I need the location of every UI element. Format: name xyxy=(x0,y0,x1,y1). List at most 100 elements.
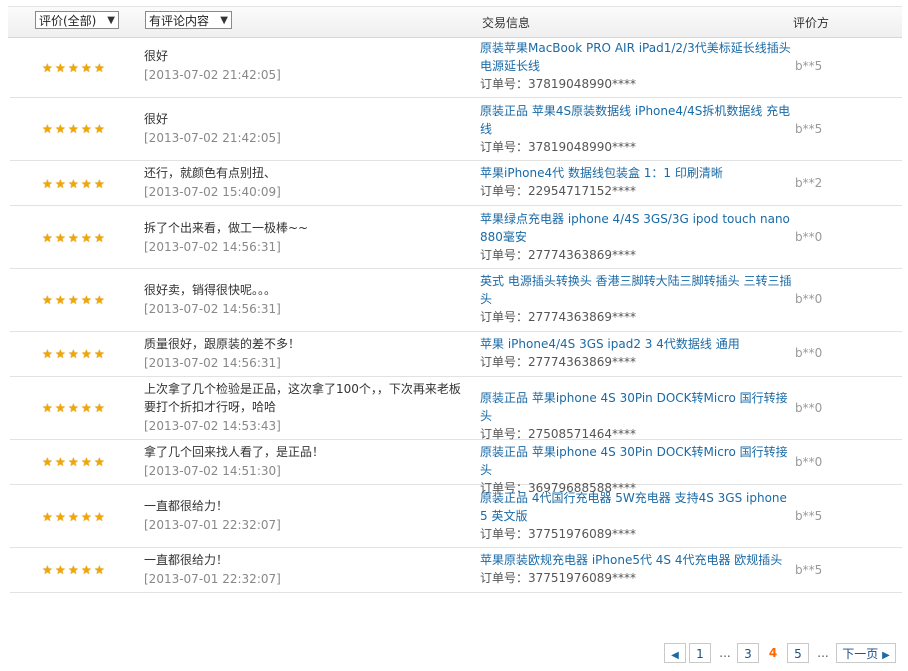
rater-name: b**5 xyxy=(795,59,823,73)
product-link[interactable]: 苹果原装欧规充电器 iPhone5代 4S 4代充电器 欧规插头 xyxy=(480,551,796,569)
rater-heading: 评价方 xyxy=(793,16,830,30)
star-rating: ★ ★ ★ ★ ★ xyxy=(42,456,106,468)
table-row: ★ ★ ★ ★ ★ 质量很好，跟原装的差不多！ [2013-07-02 14:56:31… xyxy=(10,332,902,377)
prev-page-button[interactable]: ◀ xyxy=(664,643,686,663)
star-icon: ★ xyxy=(42,177,53,191)
product-link[interactable]: 原装正品 苹果iphone 4S 30Pin DOCK转Micro 国行转接头 xyxy=(480,443,796,479)
trade-info: 英式 电源插头转换头 香港三脚转大陆三脚转插头 三转三插头 订单号：277743… xyxy=(480,272,796,326)
comment-text: 很好 xyxy=(144,112,169,126)
rater-name: b**0 xyxy=(795,292,823,306)
star-icon: ★ xyxy=(55,122,66,136)
trade-info: 原装苹果MacBook PRO AIR iPad1/2/3代美标延长线插头电源延… xyxy=(480,39,796,93)
product-link[interactable]: 苹果绿点充电器 iphone 4/4S 3GS/3G ipod touch na… xyxy=(480,210,796,246)
star-icon: ★ xyxy=(55,510,66,524)
star-icon: ★ xyxy=(42,563,53,577)
comment-date: [2013-07-02 15:40:09] xyxy=(144,185,281,199)
table-row: ★ ★ ★ ★ ★ 很好 [2013-07-02 21:42:05] 原装正品 苹果4S… xyxy=(10,98,902,161)
comment-date: [2013-07-01 22:32:07] xyxy=(144,518,281,532)
star-icon: ★ xyxy=(42,293,53,307)
star-icon: ★ xyxy=(42,122,53,136)
product-link[interactable]: 原装正品 4代国行充电器 5W充电器 支持4S 3GS iphone 5 英文版 xyxy=(480,489,796,525)
trade-info: 苹果 iPhone4/4S 3GS ipad2 3 4代数据线 通用 订单号：2… xyxy=(480,335,796,371)
table-row: ★ ★ ★ ★ ★ 一直都很给力！ [2013-07-01 22:32:07] 原装正品… xyxy=(10,485,902,548)
page-1-button[interactable]: 1 xyxy=(689,643,711,663)
order-number: 订单号：27774363869**** xyxy=(480,310,636,324)
rater-name: b**5 xyxy=(795,563,823,577)
star-rating: ★ ★ ★ ★ ★ xyxy=(42,178,106,190)
table-row: ★ ★ ★ ★ ★ 拆了个出来看，做工一极棒~~ [2013-07-02 14:56:3… xyxy=(10,206,902,269)
star-icon: ★ xyxy=(55,61,66,75)
star-icon: ★ xyxy=(42,231,53,245)
table-row: ★ ★ ★ ★ ★ 很好卖，销得很快呢。。。 [2013-07-02 14:56:31]… xyxy=(10,269,902,332)
star-icon: ★ xyxy=(55,563,66,577)
trade-info: 原装正品 苹果iphone 4S 30Pin DOCK转Micro 国行转接头 … xyxy=(480,389,796,443)
star-icon: ★ xyxy=(94,347,105,361)
comment-text: 拿了几个回来找人看了，是正品！ xyxy=(144,445,325,459)
order-number: 订单号：27774363869**** xyxy=(480,248,636,262)
star-rating: ★ ★ ★ ★ ★ xyxy=(42,402,106,414)
star-icon: ★ xyxy=(42,455,53,469)
star-icon: ★ xyxy=(94,401,105,415)
star-icon: ★ xyxy=(94,510,105,524)
rater-name: b**0 xyxy=(795,401,823,415)
comment-text: 一直都很给力！ xyxy=(144,499,229,513)
product-link[interactable]: 苹果 iPhone4/4S 3GS ipad2 3 4代数据线 通用 xyxy=(480,335,796,353)
table-row: ★ ★ ★ ★ ★ 拿了几个回来找人看了，是正品！ [2013-07-02 14:51:… xyxy=(10,440,902,495)
product-link[interactable]: 原装苹果MacBook PRO AIR iPad1/2/3代美标延长线插头电源延… xyxy=(480,39,796,75)
star-icon: ★ xyxy=(68,61,79,75)
star-icon: ★ xyxy=(55,293,66,307)
star-icon: ★ xyxy=(81,563,92,577)
trade-info: 苹果绿点充电器 iphone 4/4S 3GS/3G ipod touch na… xyxy=(480,210,796,264)
comment-text: 很好 xyxy=(144,49,169,63)
comment-date: [2013-07-02 21:42:05] xyxy=(144,131,281,145)
pagination: ◀ 1 ... 3 4 5 ... 下一页 ▶ xyxy=(0,643,908,667)
table-row: ★ ★ ★ ★ ★ 上次拿了几个检验是正品，这次拿了100个，，下次再来老板要打个折扣才… xyxy=(10,377,902,443)
star-icon: ★ xyxy=(68,510,79,524)
trade-info-heading: 交易信息 xyxy=(482,16,531,30)
product-link[interactable]: 英式 电源插头转换头 香港三脚转大陆三脚转插头 三转三插头 xyxy=(480,272,796,308)
content-filter-select[interactable]: 有评论内容 ▼ xyxy=(145,11,232,29)
product-link[interactable]: 原装正品 苹果4S原装数据线 iPhone4/4S拆机数据线 充电线 xyxy=(480,102,796,138)
product-link[interactable]: 原装正品 苹果iphone 4S 30Pin DOCK转Micro 国行转接头 xyxy=(480,389,796,425)
next-page-button[interactable]: 下一页 ▶ xyxy=(836,643,896,663)
comment-text: 质量很好，跟原装的差不多！ xyxy=(144,337,301,351)
star-icon: ★ xyxy=(68,401,79,415)
star-icon: ★ xyxy=(81,122,92,136)
comment-text: 拆了个出来看，做工一极棒~~ xyxy=(144,221,309,235)
star-icon: ★ xyxy=(68,231,79,245)
order-number: 订单号：37819048990**** xyxy=(480,140,636,154)
chevron-left-icon: ◀ xyxy=(671,650,679,661)
star-icon: ★ xyxy=(68,122,79,136)
trade-info: 苹果原装欧规充电器 iPhone5代 4S 4代充电器 欧规插头 订单号：377… xyxy=(480,551,796,587)
rater-name: b**0 xyxy=(795,230,823,244)
chevron-down-icon: ▼ xyxy=(220,15,228,26)
comment-date: [2013-07-01 22:32:07] xyxy=(144,572,281,586)
order-number: 订单号：37751976089**** xyxy=(480,571,636,585)
order-number: 订单号：37819048990**** xyxy=(480,77,636,91)
trade-info: 原装正品 苹果4S原装数据线 iPhone4/4S拆机数据线 充电线 订单号：3… xyxy=(480,102,796,156)
order-number: 订单号：37751976089**** xyxy=(480,527,636,541)
chevron-down-icon: ▼ xyxy=(107,15,115,26)
star-icon: ★ xyxy=(81,61,92,75)
table-row: ★ ★ ★ ★ ★ 还行，就颜色有点别扭、 [2013-07-02 15:40:09] … xyxy=(10,161,902,206)
page-3-button[interactable]: 3 xyxy=(737,643,759,663)
star-icon: ★ xyxy=(55,401,66,415)
comment-date: [2013-07-02 14:53:43] xyxy=(144,419,281,433)
rating-filter-select[interactable]: 评价(全部) ▼ xyxy=(35,11,119,29)
pagination-ellipsis: ... xyxy=(817,646,829,660)
page-5-button[interactable]: 5 xyxy=(787,643,809,663)
comment-text: 还行，就颜色有点别扭、 xyxy=(144,166,277,180)
comment-text: 很好卖，销得很快呢。。。 xyxy=(144,283,277,297)
comment-text: 上次拿了几个检验是正品，这次拿了100个，，下次再来老板要打个折扣才行呀，哈哈 xyxy=(144,382,461,414)
star-icon: ★ xyxy=(94,455,105,469)
star-icon: ★ xyxy=(42,61,53,75)
star-rating: ★ ★ ★ ★ ★ xyxy=(42,62,106,74)
star-icon: ★ xyxy=(68,177,79,191)
star-icon: ★ xyxy=(94,122,105,136)
product-link[interactable]: 苹果iPhone4代 数据线包装盒 1：1 印刷清晰 xyxy=(480,164,796,182)
star-icon: ★ xyxy=(55,455,66,469)
rater-name: b**5 xyxy=(795,509,823,523)
comment-date: [2013-07-02 14:51:30] xyxy=(144,464,281,478)
star-icon: ★ xyxy=(94,293,105,307)
star-rating: ★ ★ ★ ★ ★ xyxy=(42,294,106,306)
